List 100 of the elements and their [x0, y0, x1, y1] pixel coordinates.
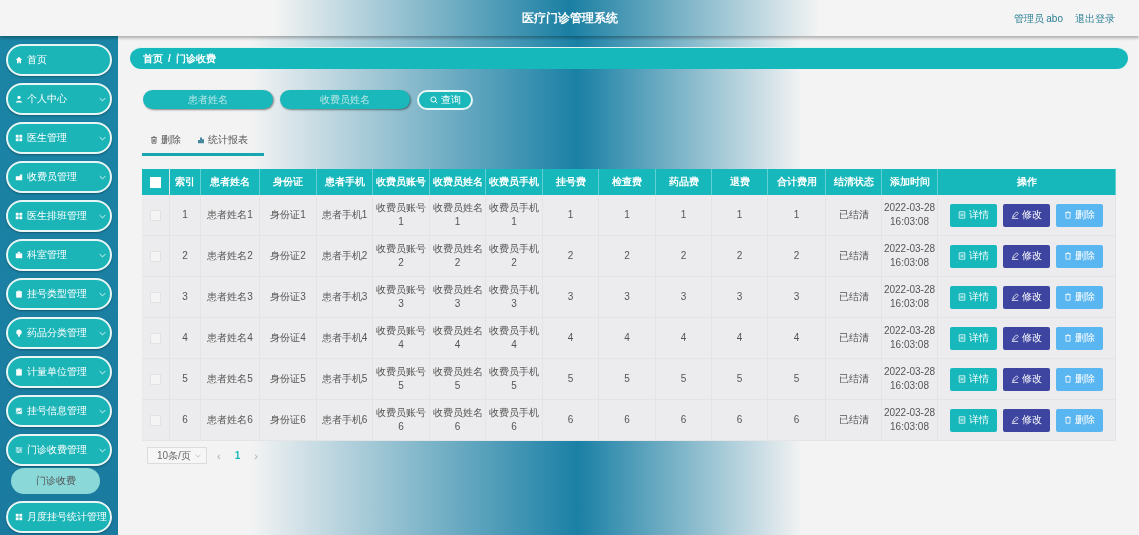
table-cell: 收费员姓名2 [431, 242, 484, 270]
table-cell: 收费员姓名4 [431, 324, 484, 352]
next-page-button[interactable]: › [250, 449, 262, 462]
delete-button[interactable]: 删除 [1056, 203, 1103, 227]
table-cell: 5 [793, 372, 800, 386]
table-cell: 2 [182, 249, 188, 263]
table-cell: 已结清 [838, 331, 869, 345]
sidebar-item[interactable]: 首页 [6, 44, 112, 76]
delete-button[interactable]: 删除 [1056, 244, 1103, 268]
column-header: 索引 [170, 169, 201, 195]
column-header: 挂号费 [543, 169, 599, 195]
user-name: 管理员 abo [1013, 12, 1063, 26]
sidebar-item[interactable]: 收费员管理 [6, 161, 112, 193]
delete-button[interactable]: 删除 [1056, 367, 1103, 391]
edit-button[interactable]: 修改 [1003, 367, 1050, 391]
table-cell: 患者姓名2 [207, 249, 253, 263]
table-cell-text: 收费员手机5 [488, 365, 540, 393]
table-cell: 4 [624, 331, 630, 345]
column-header: 添加时间 [882, 169, 938, 195]
delete-button[interactable]: 删除 [1056, 326, 1103, 350]
prev-page-button[interactable]: ‹ [213, 449, 225, 462]
document-icon [958, 375, 966, 383]
breadcrumb-item[interactable]: 首页 [143, 51, 163, 66]
table-cell: 2022-03-28 16:03:08 [883, 324, 936, 352]
table-cell: 6 [736, 413, 743, 427]
column-header: 收费员手机 [486, 169, 543, 195]
sidebar-item[interactable]: 计量单位管理 [6, 356, 112, 388]
grid-icon [15, 212, 23, 220]
table-cell: 2 [624, 249, 630, 263]
sidebar-item[interactable]: 月度挂号统计管理 [6, 501, 112, 533]
table-cell: 2 [736, 249, 743, 263]
edit-button[interactable]: 修改 [1003, 285, 1050, 309]
bulb-icon [15, 329, 23, 337]
pencil-icon [1011, 416, 1019, 424]
table-cell: 1 [182, 208, 188, 222]
sidebar-item[interactable]: 药品分类管理 [6, 317, 112, 349]
table-cell-text: 收费员手机3 [488, 283, 540, 311]
page-button[interactable]: 1 [230, 450, 245, 461]
detail-button[interactable]: 详情 [950, 326, 997, 350]
sidebar-item[interactable]: 医生管理 [6, 122, 112, 154]
table-cell-text: 收费员手机2 [488, 242, 540, 270]
table-cell: 5 [624, 372, 630, 386]
table-cell: 患者手机2 [321, 249, 368, 263]
table-cell-text: 收费员账号3 [375, 283, 427, 311]
detail-button[interactable]: 详情 [950, 367, 997, 391]
sidebar-item[interactable]: 个人中心 [6, 83, 112, 115]
sidebar-item[interactable]: 科室管理 [6, 239, 112, 271]
sidebar-item[interactable]: 医生排班管理 [6, 200, 112, 232]
chevron-icon [99, 96, 106, 102]
edit-button[interactable]: 修改 [1003, 244, 1050, 268]
briefcase-icon [15, 251, 23, 259]
edit-button[interactable]: 修改 [1003, 326, 1050, 350]
app-title: 医疗门诊管理系统 [521, 9, 618, 27]
column-header: 退费 [712, 169, 768, 195]
table-cell-text: 收费员账号4 [375, 324, 427, 352]
page-size-select[interactable]: 10条/页 [147, 447, 207, 464]
sidebar-item[interactable]: 挂号类型管理 [6, 278, 112, 310]
table-cell: 2 [680, 249, 687, 263]
sidebar-item[interactable]: 门诊收费管理 [6, 434, 112, 466]
trash-icon [1064, 375, 1072, 383]
sidebar-item[interactable]: 挂号信息管理 [6, 395, 112, 427]
table-cell: 6 [182, 413, 188, 427]
report-button[interactable]: 统计报表 [189, 130, 256, 153]
logout-link[interactable]: 退出登录 [1075, 12, 1115, 26]
table-cell: 5 [182, 372, 188, 386]
clipboard-icon [15, 368, 23, 376]
chevron-icon [99, 330, 106, 336]
delete-button[interactable]: 删除 [142, 130, 189, 153]
table-cell-text: 收费员账号5 [375, 365, 427, 393]
delete-button[interactable]: 删除 [1056, 285, 1103, 309]
detail-button[interactable]: 详情 [950, 244, 997, 268]
chart-icon [15, 407, 23, 415]
edit-button[interactable]: 修改 [1003, 408, 1050, 432]
table-cell: 3 [793, 290, 800, 304]
search-field[interactable]: 收费员姓名 [280, 90, 410, 109]
column-header: 药品费 [656, 169, 712, 195]
table-cell: 6 [680, 413, 687, 427]
table-cell: 身份证3 [270, 290, 306, 304]
table-cell: 收费员姓名3 [431, 283, 484, 311]
pencil-icon [1011, 211, 1019, 219]
trash-icon [1064, 211, 1072, 219]
pencil-icon [1011, 293, 1019, 301]
detail-button[interactable]: 详情 [950, 285, 997, 309]
column-header: 身份证 [260, 169, 317, 195]
delete-button[interactable]: 删除 [1056, 408, 1103, 432]
table-cell: 患者姓名1 [207, 208, 253, 222]
table-cell: 1 [680, 208, 687, 222]
search-button[interactable]: 查询 [417, 90, 473, 110]
detail-button[interactable]: 详情 [950, 408, 997, 432]
table-cell: 患者手机6 [321, 413, 368, 427]
table-cell: 3 [736, 290, 743, 304]
table-cell: 患者姓名5 [207, 372, 253, 386]
edit-button[interactable]: 修改 [1003, 203, 1050, 227]
table-cell: 身份证5 [270, 372, 306, 386]
search-field[interactable]: 患者姓名 [143, 90, 273, 109]
pencil-icon [1011, 334, 1019, 342]
table-cell: 5 [736, 372, 743, 386]
submenu-item[interactable]: 门诊收费 [11, 468, 100, 494]
table-cell: 4 [793, 331, 800, 345]
detail-button[interactable]: 详情 [950, 203, 997, 227]
